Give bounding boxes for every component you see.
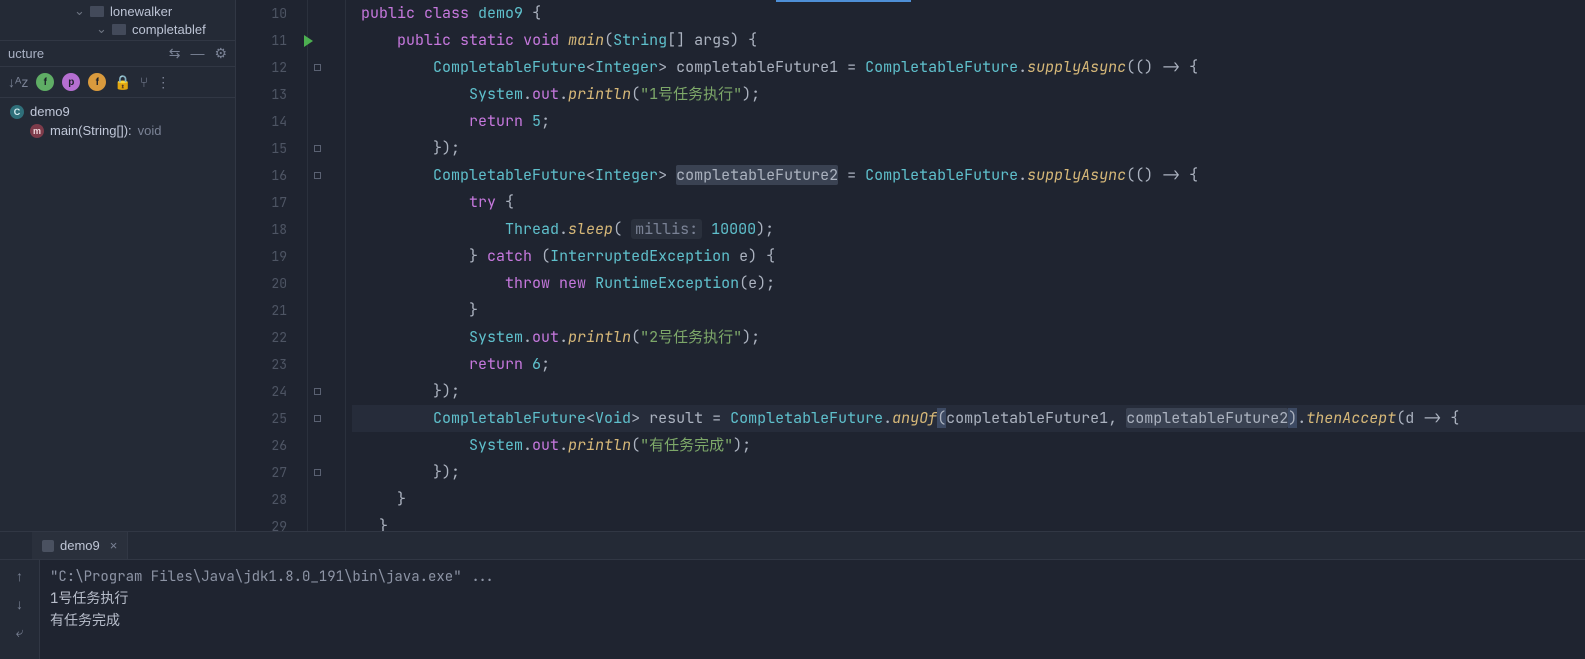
- line-number[interactable]: 24: [236, 378, 287, 405]
- line-number[interactable]: 29: [236, 513, 287, 540]
- method-icon: m: [30, 124, 44, 138]
- line-number[interactable]: 22: [236, 324, 287, 351]
- filter-props-icon[interactable]: p: [62, 73, 80, 91]
- fold-icon[interactable]: [314, 388, 321, 395]
- up-arrow-icon[interactable]: ↑: [16, 568, 23, 584]
- line-number[interactable]: 10: [236, 0, 287, 27]
- branch-icon[interactable]: ⑂: [140, 74, 148, 90]
- code-line[interactable]: return 6;: [352, 351, 1585, 378]
- sort-icon[interactable]: ↓ᴬz: [8, 74, 28, 90]
- sidebar: ⌄ lonewalker ⌄ completablef ucture ⇆ — ⚙…: [0, 0, 236, 531]
- line-number[interactable]: 14: [236, 108, 287, 135]
- code-line[interactable]: System.out.println("有任务完成");: [352, 432, 1585, 459]
- minimize-icon[interactable]: —: [190, 45, 204, 62]
- code-line[interactable]: }: [352, 486, 1585, 513]
- code-line[interactable]: });: [352, 459, 1585, 486]
- structure-class-node[interactable]: C demo9: [6, 102, 229, 121]
- folder-label: completablef: [132, 22, 206, 37]
- code-line[interactable]: throw new RuntimeException(e);: [352, 270, 1585, 297]
- project-folder-lonewalker[interactable]: ⌄ lonewalker: [0, 2, 235, 20]
- folder-label: lonewalker: [110, 4, 172, 19]
- run-gutter-icon[interactable]: [304, 35, 313, 47]
- method-sig: main(String[]):: [50, 123, 132, 138]
- filter-methods-icon[interactable]: f: [88, 73, 106, 91]
- code-line[interactable]: System.out.println("1号任务执行");: [352, 81, 1585, 108]
- structure-panel-header: ucture ⇆ — ⚙: [0, 40, 235, 67]
- gear-icon[interactable]: ⚙: [214, 45, 227, 62]
- fold-icon[interactable]: [314, 469, 321, 476]
- code-line[interactable]: CompletableFuture<Integer> completableFu…: [352, 54, 1585, 81]
- structure-method-node[interactable]: m main(String[]): void: [6, 121, 229, 140]
- line-number[interactable]: 20: [236, 270, 287, 297]
- code-line[interactable]: });: [352, 378, 1585, 405]
- filter-fields-icon[interactable]: f: [36, 73, 54, 91]
- code-line[interactable]: System.out.println("2号任务执行");: [352, 324, 1585, 351]
- line-number[interactable]: 18: [236, 216, 287, 243]
- line-number[interactable]: 13: [236, 81, 287, 108]
- run-tab-demo9[interactable]: demo9 ×: [32, 532, 128, 559]
- code-line[interactable]: }: [352, 513, 1585, 531]
- line-number[interactable]: 15: [236, 135, 287, 162]
- code-line[interactable]: return 5;: [352, 108, 1585, 135]
- folder-icon: [112, 24, 126, 35]
- run-tab-label: demo9: [60, 538, 100, 553]
- code-line[interactable]: public class demo9 {: [352, 0, 1585, 27]
- line-number[interactable]: 16: [236, 162, 287, 189]
- line-number[interactable]: 27: [236, 459, 287, 486]
- fold-icon[interactable]: [314, 145, 321, 152]
- code-line[interactable]: } catch (InterruptedException e) {: [352, 243, 1585, 270]
- method-return-type: void: [138, 123, 162, 138]
- code-line[interactable]: });: [352, 135, 1585, 162]
- code-line[interactable]: }: [352, 297, 1585, 324]
- line-number[interactable]: 21: [236, 297, 287, 324]
- console-line: 1号任务执行: [50, 588, 1575, 610]
- console-output[interactable]: "C:\Program Files\Java\jdk1.8.0_191\bin\…: [40, 560, 1585, 659]
- folder-icon: [90, 6, 104, 17]
- project-tree[interactable]: ⌄ lonewalker ⌄ completablef: [0, 0, 235, 40]
- structure-toolbar: ↓ᴬz f p f 🔒 ⑂ ⋮: [0, 67, 235, 98]
- down-arrow-icon[interactable]: ↓: [16, 596, 23, 612]
- line-number[interactable]: 23: [236, 351, 287, 378]
- more-icon[interactable]: ⋮: [156, 74, 170, 91]
- console-line: 有任务完成: [50, 610, 1575, 632]
- line-number[interactable]: 17: [236, 189, 287, 216]
- line-number[interactable]: 26: [236, 432, 287, 459]
- console-line: "C:\Program Files\Java\jdk1.8.0_191\bin\…: [50, 566, 1575, 588]
- fold-icon[interactable]: [314, 172, 321, 179]
- code-area[interactable]: public class demo9 { public static void …: [346, 0, 1585, 531]
- collapse-icon[interactable]: ⇆: [169, 45, 181, 62]
- code-line[interactable]: CompletableFuture<Integer> completableFu…: [352, 162, 1585, 189]
- line-number[interactable]: 19: [236, 243, 287, 270]
- chevron-down-icon: ⌄: [74, 3, 84, 19]
- structure-title: ucture: [8, 46, 44, 61]
- code-line[interactable]: public static void main(String[] args) {: [352, 27, 1585, 54]
- editor-gutter-annotations: [308, 0, 346, 531]
- fold-icon[interactable]: [314, 64, 321, 71]
- structure-tree[interactable]: C demo9 m main(String[]): void: [0, 98, 235, 144]
- class-icon: C: [10, 105, 24, 119]
- code-line-current[interactable]: CompletableFuture<Void> result = Complet…: [352, 405, 1585, 432]
- line-number[interactable]: 12: [236, 54, 287, 81]
- chevron-down-icon: ⌄: [96, 21, 106, 37]
- editor-gutter[interactable]: 10 11 12 13 14 15 16 17 18 19 20 21 22 2…: [236, 0, 308, 531]
- run-tool-window: demo9 × ↑ ↓ ⤶ "C:\Program Files\Java\jdk…: [0, 531, 1585, 659]
- code-editor[interactable]: 10 11 12 13 14 15 16 17 18 19 20 21 22 2…: [236, 0, 1585, 531]
- code-line[interactable]: try {: [352, 189, 1585, 216]
- run-toolbar: ↑ ↓ ⤶: [0, 560, 40, 659]
- lock-icon[interactable]: 🔒: [114, 74, 131, 91]
- class-name: demo9: [30, 104, 70, 119]
- code-line[interactable]: Thread.sleep( millis: 10000);: [352, 216, 1585, 243]
- line-number[interactable]: 11: [236, 27, 287, 54]
- application-icon: [42, 540, 54, 552]
- fold-icon[interactable]: [314, 415, 321, 422]
- line-number[interactable]: 28: [236, 486, 287, 513]
- soft-wrap-icon[interactable]: ⤶: [16, 624, 24, 641]
- line-number[interactable]: 25: [236, 405, 287, 432]
- project-folder-completablef[interactable]: ⌄ completablef: [0, 20, 235, 38]
- close-icon[interactable]: ×: [110, 538, 118, 553]
